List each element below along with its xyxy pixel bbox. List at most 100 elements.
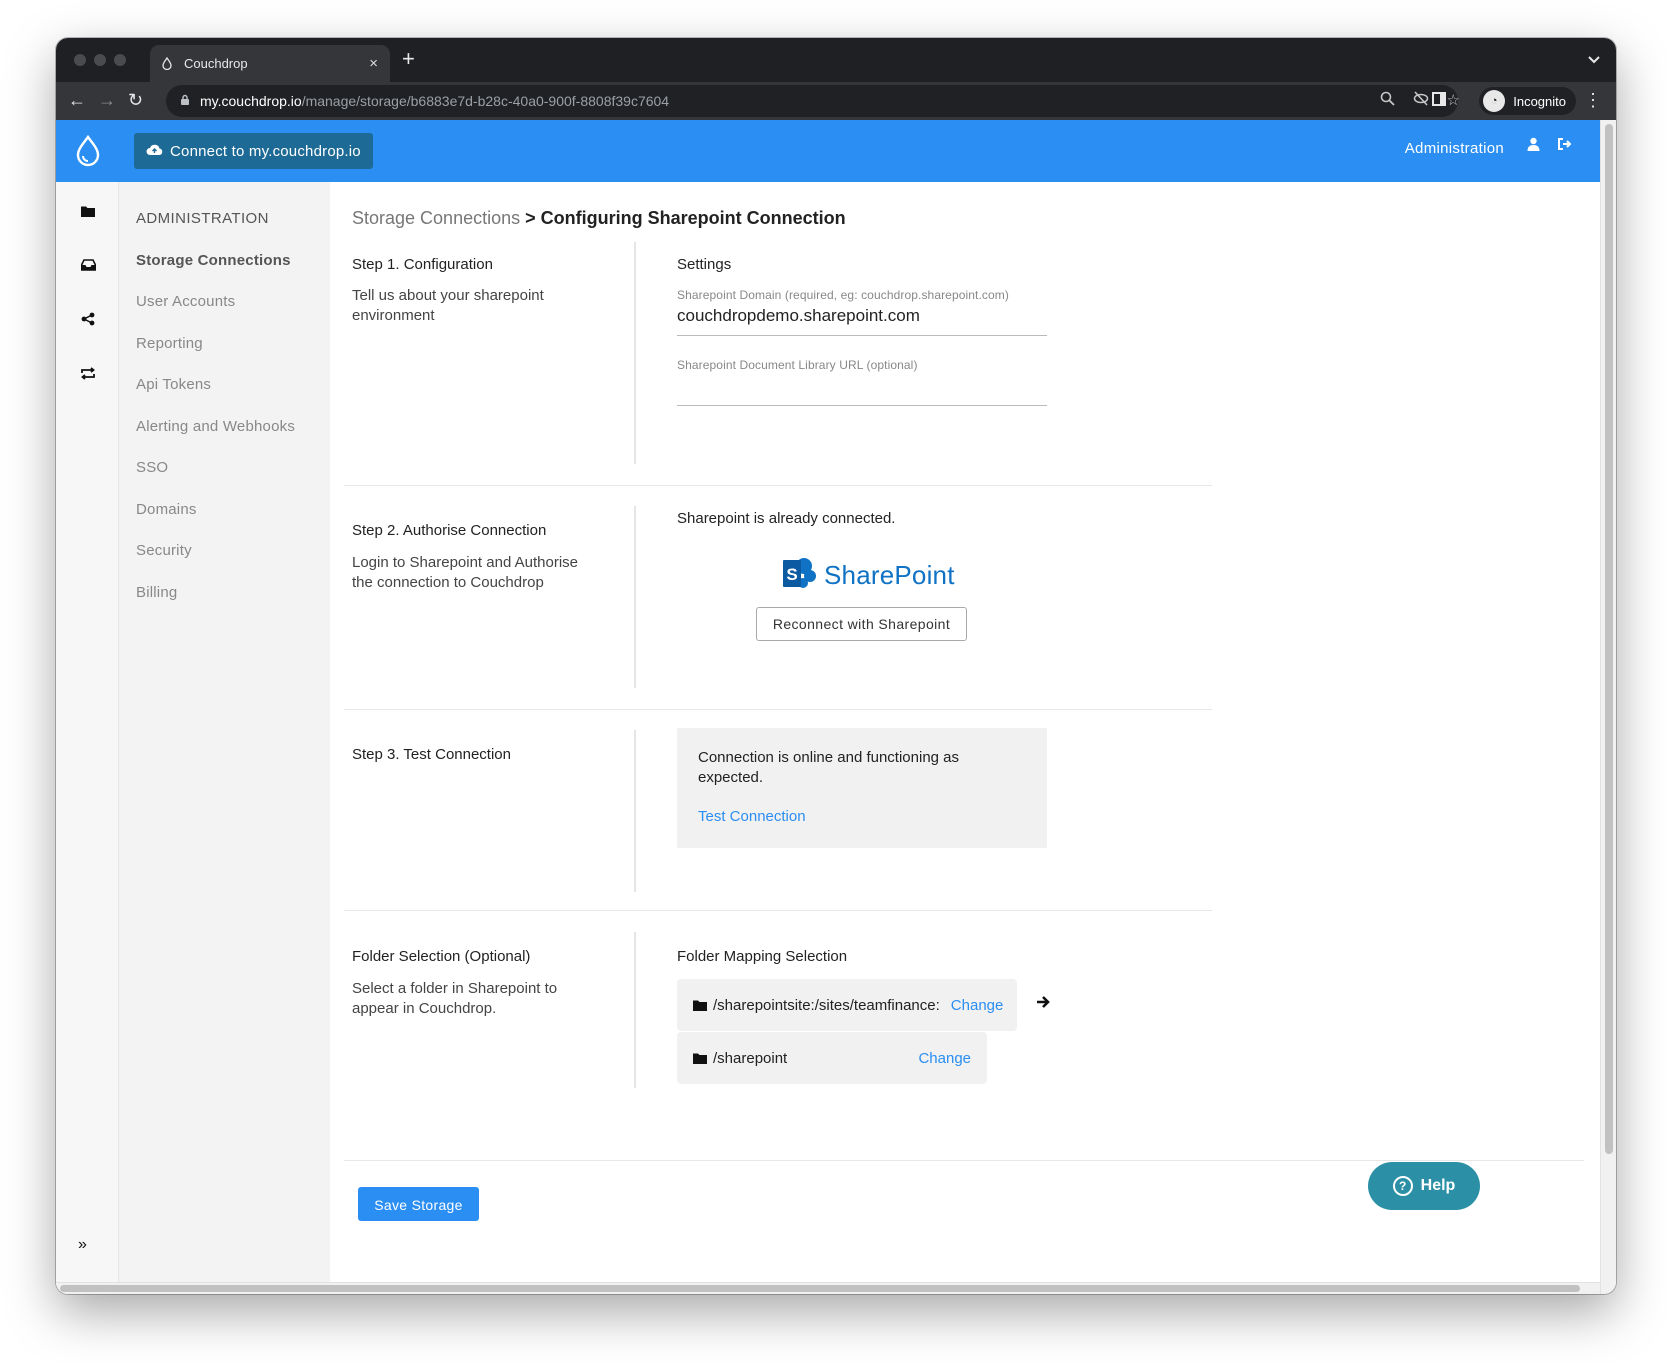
scrollbar-thumb[interactable] — [1605, 124, 1613, 1154]
sharepoint-logo: S SharePoint — [782, 556, 955, 595]
section-divider — [344, 910, 1212, 911]
folder-icon[interactable] — [78, 202, 98, 220]
source-folder-box: /sharepointsite:/sites/teamfinance: Chan… — [677, 979, 1017, 1031]
source-folder-path: /sharepointsite:/sites/teamfinance: — [713, 996, 940, 1014]
folder-mapping-title: Folder Mapping Selection — [677, 948, 848, 965]
sidebar-item-billing[interactable]: Billing — [136, 584, 177, 601]
couchdrop-favicon-icon — [162, 57, 174, 70]
horizontal-scrollbar-thumb[interactable] — [60, 1285, 1580, 1292]
breadcrumb: Storage Connections > Configuring Sharep… — [352, 208, 846, 229]
address-bar-icons: ☆ — [1380, 91, 1460, 110]
sidebar-item-security[interactable]: Security — [136, 542, 192, 559]
bookmark-star-icon[interactable]: ☆ — [1447, 91, 1460, 110]
browser-tab[interactable]: Couchdrop × — [150, 45, 390, 82]
domain-field[interactable]: couchdropdemo.sharepoint.com — [677, 306, 1047, 336]
settings-title: Settings — [677, 256, 732, 273]
reload-icon[interactable]: ↻ — [128, 90, 143, 110]
horizontal-scrollbar[interactable] — [56, 1282, 1600, 1294]
library-url-field-label: Sharepoint Document Library URL (optiona… — [677, 358, 918, 372]
tab-search-chevron-icon[interactable] — [1588, 52, 1600, 67]
browser-toolbar: ← → ↻ my.couchdrop.io/manage/storage/b68… — [56, 82, 1616, 120]
address-bar[interactable]: my.couchdrop.io/manage/storage/b6883e7d-… — [166, 85, 1458, 117]
reconnect-sharepoint-button[interactable]: Reconnect with Sharepoint — [756, 607, 967, 641]
change-target-folder-link[interactable]: Change — [918, 1050, 971, 1067]
sharepoint-logo-icon: S — [782, 556, 818, 595]
tab-close-icon[interactable]: × — [369, 55, 378, 72]
step1-divider — [634, 242, 636, 464]
connect-button[interactable]: Connect to my.couchdrop.io — [134, 133, 373, 169]
step3-divider — [634, 730, 636, 892]
svg-text:S: S — [786, 565, 797, 584]
sidebar-item-api-tokens[interactable]: Api Tokens — [136, 376, 211, 393]
share-icon[interactable] — [78, 310, 98, 328]
connection-status-text: Sharepoint is already connected. — [677, 510, 896, 527]
arrow-right-icon — [1036, 993, 1050, 1014]
app-header: Connect to my.couchdrop.io Administratio… — [56, 120, 1600, 182]
expand-sidebar-icon[interactable]: » — [78, 1236, 87, 1254]
connection-test-panel: Connection is online and functioning as … — [677, 728, 1047, 848]
test-connection-link[interactable]: Test Connection — [698, 808, 806, 825]
couchdrop-logo-icon[interactable] — [72, 134, 104, 168]
sidebar-item-alerting-webhooks[interactable]: Alerting and Webhooks — [136, 418, 295, 435]
url-host: my.couchdrop.io — [200, 93, 302, 109]
sign-out-icon[interactable] — [1557, 137, 1572, 156]
new-tab-button[interactable]: + — [402, 48, 415, 70]
help-button[interactable]: ? Help — [1368, 1162, 1480, 1210]
tab-strip: Couchdrop × + — [56, 38, 1616, 82]
connect-button-label: Connect to my.couchdrop.io — [170, 142, 361, 160]
main-content: Storage Connections > Configuring Sharep… — [330, 182, 1600, 1294]
step2-title: Step 2. Authorise Connection — [352, 522, 547, 539]
breadcrumb-separator: > — [520, 208, 541, 228]
save-storage-button[interactable]: Save Storage — [358, 1187, 479, 1221]
page-title: Configuring Sharepoint Connection — [540, 208, 846, 228]
tracking-eye-off-icon[interactable] — [1413, 91, 1429, 110]
folder-selection-description: Select a folder in Sharepoint to appear … — [352, 980, 558, 1017]
side-panel-icon[interactable] — [1432, 92, 1446, 106]
transfer-icon[interactable] — [78, 364, 98, 382]
step2-description: Login to Sharepoint and Authorise the co… — [352, 554, 579, 591]
zoom-icon[interactable] — [1380, 91, 1395, 110]
admin-sidebar: ADMINISTRATION Storage Connections User … — [119, 182, 330, 1294]
cloud-upload-icon — [146, 143, 163, 160]
zoom-window-dot[interactable] — [114, 54, 126, 66]
minimize-window-dot[interactable] — [94, 54, 106, 66]
step3-title: Step 3. Test Connection — [352, 746, 511, 763]
sidebar-item-reporting[interactable]: Reporting — [136, 335, 203, 352]
folder-icon — [693, 1052, 707, 1064]
forward-icon[interactable]: → — [98, 90, 116, 110]
help-button-label: Help — [1420, 1177, 1456, 1194]
incognito-profile[interactable]: ◔ Incognito — [1479, 87, 1576, 115]
connection-test-message: Connection is online and functioning as … — [698, 749, 960, 786]
incognito-label: Incognito — [1513, 93, 1566, 109]
sidebar-item-storage-connections[interactable]: Storage Connections — [136, 252, 291, 269]
question-icon: ? — [1392, 1176, 1413, 1196]
breadcrumb-parent[interactable]: Storage Connections — [352, 208, 520, 228]
folder-selection-title: Folder Selection (Optional) — [352, 948, 531, 965]
target-folder-path: /sharepoint — [713, 1049, 788, 1067]
library-url-field[interactable] — [677, 376, 1047, 406]
icon-rail: » — [56, 182, 119, 1294]
administration-link[interactable]: Administration — [1405, 140, 1504, 157]
sidebar-item-user-accounts[interactable]: User Accounts — [136, 293, 235, 310]
folder-icon — [693, 999, 707, 1011]
incognito-icon: ◔ — [1483, 90, 1506, 112]
user-icon[interactable] — [1527, 137, 1540, 156]
target-folder-box: /sharepoint Change — [677, 1032, 987, 1084]
back-icon[interactable]: ← — [68, 90, 86, 110]
tab-title: Couchdrop — [184, 56, 248, 71]
sidebar-item-sso[interactable]: SSO — [136, 459, 168, 476]
lock-icon — [180, 94, 190, 109]
domain-field-label: Sharepoint Domain (required, eg: couchdr… — [677, 288, 1009, 302]
section-divider — [344, 485, 1212, 486]
browser-window: Couchdrop × + ← → ↻ my.couchdrop.io/mana… — [56, 38, 1616, 1294]
app-viewport: Connect to my.couchdrop.io Administratio… — [56, 120, 1600, 1294]
sidebar-heading: ADMINISTRATION — [136, 210, 269, 227]
close-window-dot[interactable] — [74, 54, 86, 66]
browser-menu-icon[interactable]: ⋮ — [1584, 90, 1602, 111]
section-divider — [344, 709, 1212, 710]
vertical-scrollbar[interactable] — [1600, 120, 1616, 1294]
change-source-folder-link[interactable]: Change — [951, 997, 1004, 1014]
inbox-icon[interactable] — [78, 256, 98, 274]
sidebar-item-domains[interactable]: Domains — [136, 501, 197, 518]
folder-divider — [634, 932, 636, 1088]
